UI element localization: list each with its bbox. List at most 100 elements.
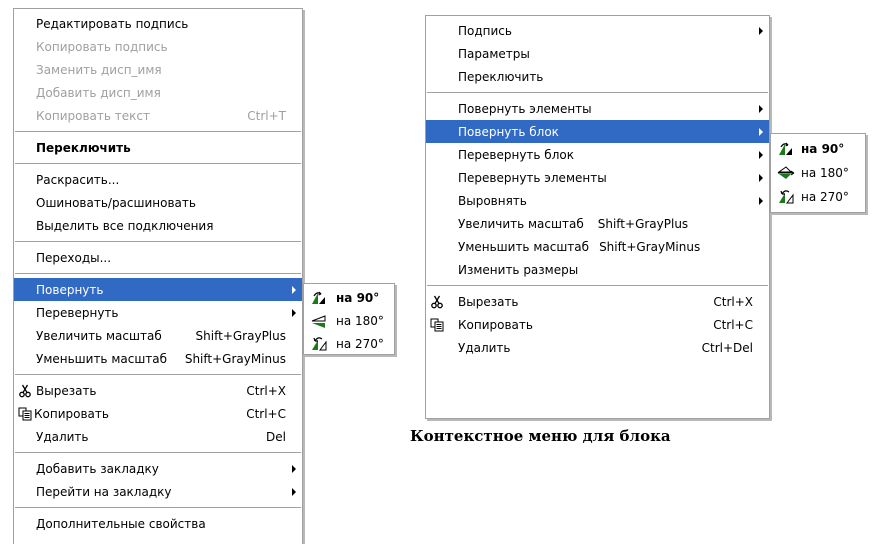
menu-item-copy[interactable]: Копировать Ctrl+C (426, 313, 769, 336)
menu-item-goto-bookmark[interactable]: Перейти на закладку (14, 480, 302, 503)
menu-item-add-display-name[interactable]: Добавить дисп_имя (14, 81, 302, 104)
flip-180-icon (777, 166, 795, 179)
menu-item-label: Параметры (458, 46, 530, 61)
rotate-block-submenu: на 90° на 180° на 270° (770, 133, 866, 213)
menu-item-zoom-in[interactable]: Увеличить масштаб Shift+GrayPlus (426, 212, 769, 235)
menu-item-cut[interactable]: Вырезать Ctrl+X (14, 379, 302, 402)
submenu-arrow-icon (759, 196, 763, 205)
menu-item-label: Ошиновать/расшиновать (36, 195, 196, 210)
submenu-item-label: на 270° (336, 336, 384, 351)
menu-item-add-bookmark[interactable]: Добавить закладку (14, 457, 302, 480)
menu-item-label: Удалить (36, 429, 89, 444)
submenu-arrow-icon (759, 104, 763, 113)
menu-item-flip[interactable]: Перевернуть (14, 301, 302, 324)
menu-item-label: Выделить все подключения (36, 218, 214, 233)
menu-item-rotate-elements[interactable]: Повернуть элементы (426, 97, 769, 120)
shortcut-text: Del (266, 429, 286, 444)
menu-item-select-connections[interactable]: Выделить все подключения (14, 214, 302, 237)
menu-item-flip-block[interactable]: Перевернуть блок (426, 143, 769, 166)
shortcut-text: Ctrl+T (247, 108, 286, 123)
menu-item-resize[interactable]: Изменить размеры (426, 258, 769, 281)
menu-item-label: Копировать (34, 406, 109, 421)
menu-separator (427, 285, 768, 286)
menu-item-label: Копировать (458, 317, 533, 332)
submenu-arrow-icon (292, 487, 296, 496)
submenu-item-rotate-180[interactable]: на 180° (304, 309, 394, 332)
shortcut-text: Ctrl+Del (701, 340, 753, 355)
menu-item-zoom-in[interactable]: Увеличить масштаб Shift+GrayPlus (14, 324, 302, 347)
submenu-arrow-icon (292, 308, 296, 317)
menu-item-label-submenu[interactable]: Подпись (426, 19, 769, 42)
menu-item-zoom-out[interactable]: Уменьшить масштаб Shift+GrayMinus (14, 347, 302, 370)
menu-item-cut[interactable]: Вырезать Ctrl+X (426, 290, 769, 313)
shortcut-text: Ctrl+C (246, 406, 286, 421)
menu-item-switch[interactable]: Переключить (426, 65, 769, 88)
submenu-item-label: на 180° (801, 166, 849, 180)
menu-item-delete[interactable]: Удалить Del (14, 425, 302, 448)
rotate-90-icon (779, 142, 792, 155)
menu-item-label: Изменить размеры (458, 262, 579, 277)
menu-separator (15, 163, 301, 164)
menu-item-transitions[interactable]: Переходы... (14, 246, 302, 269)
menu-separator (427, 92, 768, 93)
menu-item-copy-text[interactable]: Копировать текст Ctrl+T (14, 104, 302, 127)
menu-item-label: Копировать текст (36, 108, 150, 123)
menu-item-extra-properties[interactable]: Дополнительные свойства (14, 512, 302, 535)
menu-separator (15, 131, 301, 132)
rotate-submenu-element: на 90° на 180° на 270° (303, 283, 395, 355)
menu-item-label: Дополнительные свойства (36, 516, 206, 531)
menu-item-label: Уменьшить масштаб (36, 351, 168, 366)
menu-item-label: Копировать подпись (36, 39, 168, 54)
menu-separator (15, 273, 301, 274)
menu-item-rotate[interactable]: Повернуть (14, 278, 302, 301)
menu-item-label: Увеличить масштаб (458, 216, 584, 231)
copy-icon (18, 407, 32, 420)
menu-item-label: Раскрасить... (36, 172, 120, 187)
menu-item-edit-label[interactable]: Редактировать подпись (14, 12, 302, 35)
menu-item-bus-toggle[interactable]: Ошиновать/расшиновать (14, 191, 302, 214)
menu-item-label: Заменить дисп_имя (36, 62, 162, 77)
menu-item-label: Уменьшить масштаб (458, 239, 590, 254)
figure-caption: Контекстное меню для блока (410, 427, 671, 445)
shortcut-text: Shift+GrayPlus (195, 328, 286, 343)
shortcut-text: Shift+GrayPlus (597, 216, 689, 231)
shortcut-text: Shift+GrayMinus (599, 239, 701, 254)
menu-item-parameters[interactable]: Параметры (426, 42, 769, 65)
menu-item-label: Перейти на закладку (36, 484, 172, 499)
menu-item-label: Вырезать (36, 383, 97, 398)
menu-item-switch[interactable]: Переключить (14, 136, 302, 159)
menu-item-label: Увеличить масштаб (36, 328, 162, 343)
shortcut-text: Ctrl+X (246, 383, 286, 398)
menu-item-label: Перевернуть элементы (458, 170, 607, 185)
scissors-icon (19, 384, 31, 397)
menu-item-copy[interactable]: Копировать Ctrl+C (14, 402, 302, 425)
context-menu-element: Редактировать подпись Копировать подпись… (13, 8, 303, 544)
menu-item-copy-label[interactable]: Копировать подпись (14, 35, 302, 58)
submenu-item-label: на 180° (336, 313, 384, 328)
submenu-item-rotate-90[interactable]: на 90° (771, 137, 865, 161)
submenu-item-rotate-270[interactable]: на 270° (304, 332, 394, 355)
submenu-arrow-icon (292, 464, 296, 473)
menu-item-rotate-block[interactable]: Повернуть блок (426, 120, 769, 143)
menu-item-label: Перевернуть (36, 305, 119, 320)
rotate-270-icon (779, 190, 794, 204)
copy-icon (430, 318, 444, 331)
submenu-item-rotate-270[interactable]: на 270° (771, 185, 865, 209)
menu-item-label: Переключить (458, 69, 544, 84)
menu-separator (15, 452, 301, 453)
menu-item-colorize[interactable]: Раскрасить... (14, 168, 302, 191)
rotate-90-icon (312, 291, 325, 304)
submenu-arrow-icon (759, 127, 763, 136)
menu-item-align[interactable]: Выровнять (426, 189, 769, 212)
submenu-item-rotate-90[interactable]: на 90° (304, 286, 394, 309)
menu-item-replace-display-name[interactable]: Заменить дисп_имя (14, 58, 302, 81)
menu-item-zoom-out[interactable]: Уменьшить масштаб Shift+GrayMinus (426, 235, 769, 258)
menu-item-label: Выровнять (458, 193, 527, 208)
rotate-270-icon (312, 336, 327, 350)
menu-item-delete[interactable]: Удалить Ctrl+Del (426, 336, 769, 359)
shortcut-text: Ctrl+C (713, 317, 753, 332)
submenu-item-rotate-180[interactable]: на 180° (771, 161, 865, 185)
shortcut-text: Shift+GrayMinus (184, 351, 286, 366)
shortcut-text: Ctrl+X (713, 294, 753, 309)
menu-item-flip-elements[interactable]: Перевернуть элементы (426, 166, 769, 189)
